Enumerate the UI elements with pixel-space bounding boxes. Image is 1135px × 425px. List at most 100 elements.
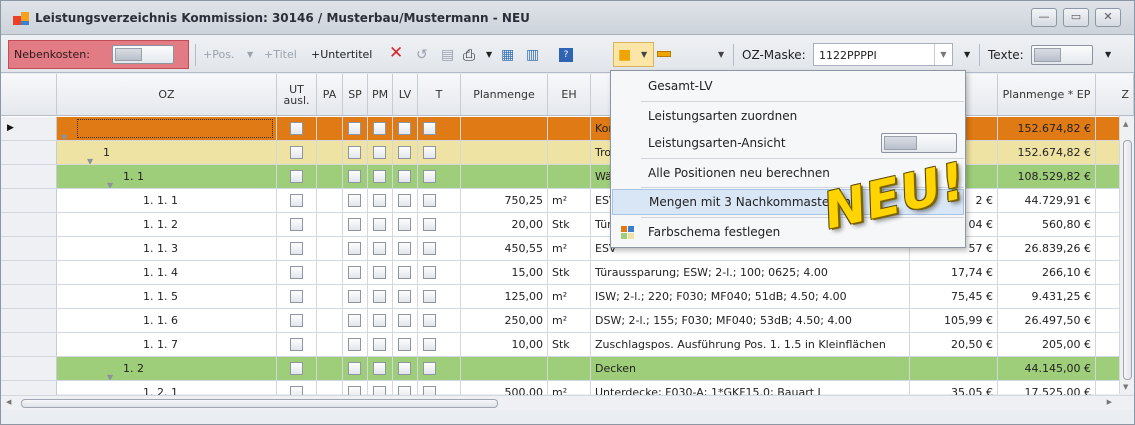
options-menu-button[interactable]: ■ ▼	[613, 42, 654, 67]
row-checkbox[interactable]	[290, 242, 303, 255]
cell-oz[interactable]: 1. 1. 6	[57, 309, 277, 332]
cell-planmenge[interactable]: 10,00	[461, 333, 548, 356]
row-checkbox[interactable]	[398, 194, 411, 207]
cell-oz[interactable]: 1. 1. 7	[57, 333, 277, 356]
table-icon[interactable]: ▥	[526, 46, 539, 64]
row-checkbox[interactable]	[398, 218, 411, 231]
row-checkbox[interactable]	[423, 146, 436, 159]
row-checkbox[interactable]	[423, 314, 436, 327]
row-indicator[interactable]	[1, 189, 57, 212]
cell-planmenge-ep[interactable]: 44.145,00 €	[998, 357, 1096, 380]
row-checkbox[interactable]	[290, 362, 303, 375]
row-indicator[interactable]	[1, 357, 57, 380]
row-indicator[interactable]	[1, 237, 57, 260]
row-indicator[interactable]	[1, 213, 57, 236]
row-checkbox[interactable]	[348, 170, 361, 183]
row-checkbox[interactable]	[290, 218, 303, 231]
row-checkbox[interactable]	[290, 338, 303, 351]
column-header-pa[interactable]: PA	[317, 74, 343, 116]
table-row[interactable]: 1. 1. 5 125,00 m² ISW; 2-l.; 220; F030; MF0…	[1, 285, 1121, 309]
row-checkbox[interactable]	[423, 218, 436, 231]
row-checkbox[interactable]	[373, 146, 386, 159]
cell-eh[interactable]	[548, 141, 591, 164]
vertical-scrollbar[interactable]: ▲ ▼	[1119, 116, 1134, 394]
row-checkbox[interactable]	[423, 122, 436, 135]
row-checkbox[interactable]	[423, 170, 436, 183]
cell-planmenge[interactable]: 450,55	[461, 237, 548, 260]
maximize-button[interactable]: ▭	[1063, 8, 1089, 27]
row-checkbox[interactable]	[373, 122, 386, 135]
column-header-sp[interactable]: SP	[343, 74, 368, 116]
cell-eh[interactable]: Stk	[548, 333, 591, 356]
cell-planmenge[interactable]	[461, 165, 548, 188]
menu-item-farbschema-festlegen[interactable]: Farbschema festlegen	[612, 219, 964, 245]
delete-icon[interactable]: ✕	[389, 45, 403, 63]
row-checkbox[interactable]	[398, 290, 411, 303]
cell-ep[interactable]: 105,99 €	[910, 309, 998, 332]
row-checkbox[interactable]	[290, 314, 303, 327]
cell-planmenge[interactable]: 20,00	[461, 213, 548, 236]
cell-text[interactable]: Decken	[591, 357, 910, 380]
cell-ep[interactable]: 75,45 €	[910, 285, 998, 308]
cell-oz[interactable]: ▼	[57, 117, 277, 140]
cell-planmenge-ep[interactable]: 9.431,25 €	[998, 285, 1096, 308]
row-checkbox[interactable]	[348, 218, 361, 231]
cell-text[interactable]: ISW; 2-l.; 220; F030; MF040; 51dB; 4.50;…	[591, 285, 910, 308]
cell-planmenge[interactable]: 250,00	[461, 309, 548, 332]
expand-chevron-icon[interactable]: ▼	[107, 366, 113, 380]
row-checkbox[interactable]	[373, 362, 386, 375]
column-header-lv[interactable]: LV	[393, 74, 418, 116]
title-bar[interactable]: Leistungsverzeichnis Kommission: 30146 /…	[1, 1, 1134, 35]
row-checkbox[interactable]	[398, 266, 411, 279]
cell-oz[interactable]: 1. 1. 1	[57, 189, 277, 212]
column-header-ut[interactable]: UT ausl.	[277, 74, 317, 116]
column-header-eh[interactable]: EH	[548, 74, 591, 116]
add-titel-button[interactable]: +Titel	[264, 46, 297, 64]
cell-planmenge[interactable]: 750,25	[461, 189, 548, 212]
cell-planmenge[interactable]: 125,00	[461, 285, 548, 308]
row-checkbox[interactable]	[398, 338, 411, 351]
cell-ep[interactable]	[910, 357, 998, 380]
column-header-planmenge[interactable]: Planmenge	[461, 74, 548, 116]
cell-eh[interactable]	[548, 165, 591, 188]
minimize-button[interactable]: —	[1031, 8, 1057, 27]
row-checkbox[interactable]	[398, 242, 411, 255]
cell-planmenge[interactable]	[461, 117, 548, 140]
row-checkbox[interactable]	[423, 362, 436, 375]
expand-chevron-icon[interactable]: ▼	[87, 150, 93, 164]
print-icon[interactable]: ⎙	[463, 46, 475, 64]
row-indicator[interactable]: ▶	[1, 117, 57, 140]
row-checkbox[interactable]	[290, 290, 303, 303]
cell-planmenge-ep[interactable]: 26.839,26 €	[998, 237, 1096, 260]
row-checkbox[interactable]	[348, 290, 361, 303]
table-row[interactable]: 1. 1. 4 15,00 Stk Türaussparung; ESW; 2-l.;…	[1, 261, 1121, 285]
column-header-oz[interactable]: OZ	[57, 74, 277, 116]
oz-mask-dropdown-icon[interactable]: ▼	[964, 46, 970, 64]
close-window-button[interactable]: ✕	[1095, 8, 1121, 27]
row-checkbox[interactable]	[373, 170, 386, 183]
row-checkbox[interactable]	[373, 194, 386, 207]
row-checkbox[interactable]	[398, 314, 411, 327]
cell-planmenge-ep[interactable]: 108.529,82 €	[998, 165, 1096, 188]
row-checkbox[interactable]	[373, 314, 386, 327]
cell-oz[interactable]: ▼ 1. 1	[57, 165, 277, 188]
cell-eh[interactable]: Stk	[548, 213, 591, 236]
row-checkbox[interactable]	[423, 338, 436, 351]
table-row[interactable]: 1. 1. 7 10,00 Stk Zuschlagspos. Ausführung …	[1, 333, 1121, 357]
row-checkbox[interactable]	[373, 266, 386, 279]
row-checkbox[interactable]	[290, 170, 303, 183]
row-checkbox[interactable]	[373, 338, 386, 351]
cell-planmenge-ep[interactable]: 560,80 €	[998, 213, 1096, 236]
row-checkbox[interactable]	[348, 122, 361, 135]
cell-oz[interactable]: 1. 1. 4	[57, 261, 277, 284]
row-indicator[interactable]	[1, 285, 57, 308]
row-checkbox[interactable]	[348, 194, 361, 207]
texte-dropdown-icon[interactable]: ▼	[1105, 46, 1111, 64]
column-header-overflow[interactable]: Z	[1096, 74, 1134, 116]
row-indicator[interactable]	[1, 141, 57, 164]
row-checkbox[interactable]	[423, 266, 436, 279]
save-icon[interactable]: ▤	[441, 46, 454, 64]
add-position-dropdown-icon[interactable]: ▼	[247, 46, 253, 64]
row-checkbox[interactable]	[348, 146, 361, 159]
cell-ep[interactable]: 17,74 €	[910, 261, 998, 284]
